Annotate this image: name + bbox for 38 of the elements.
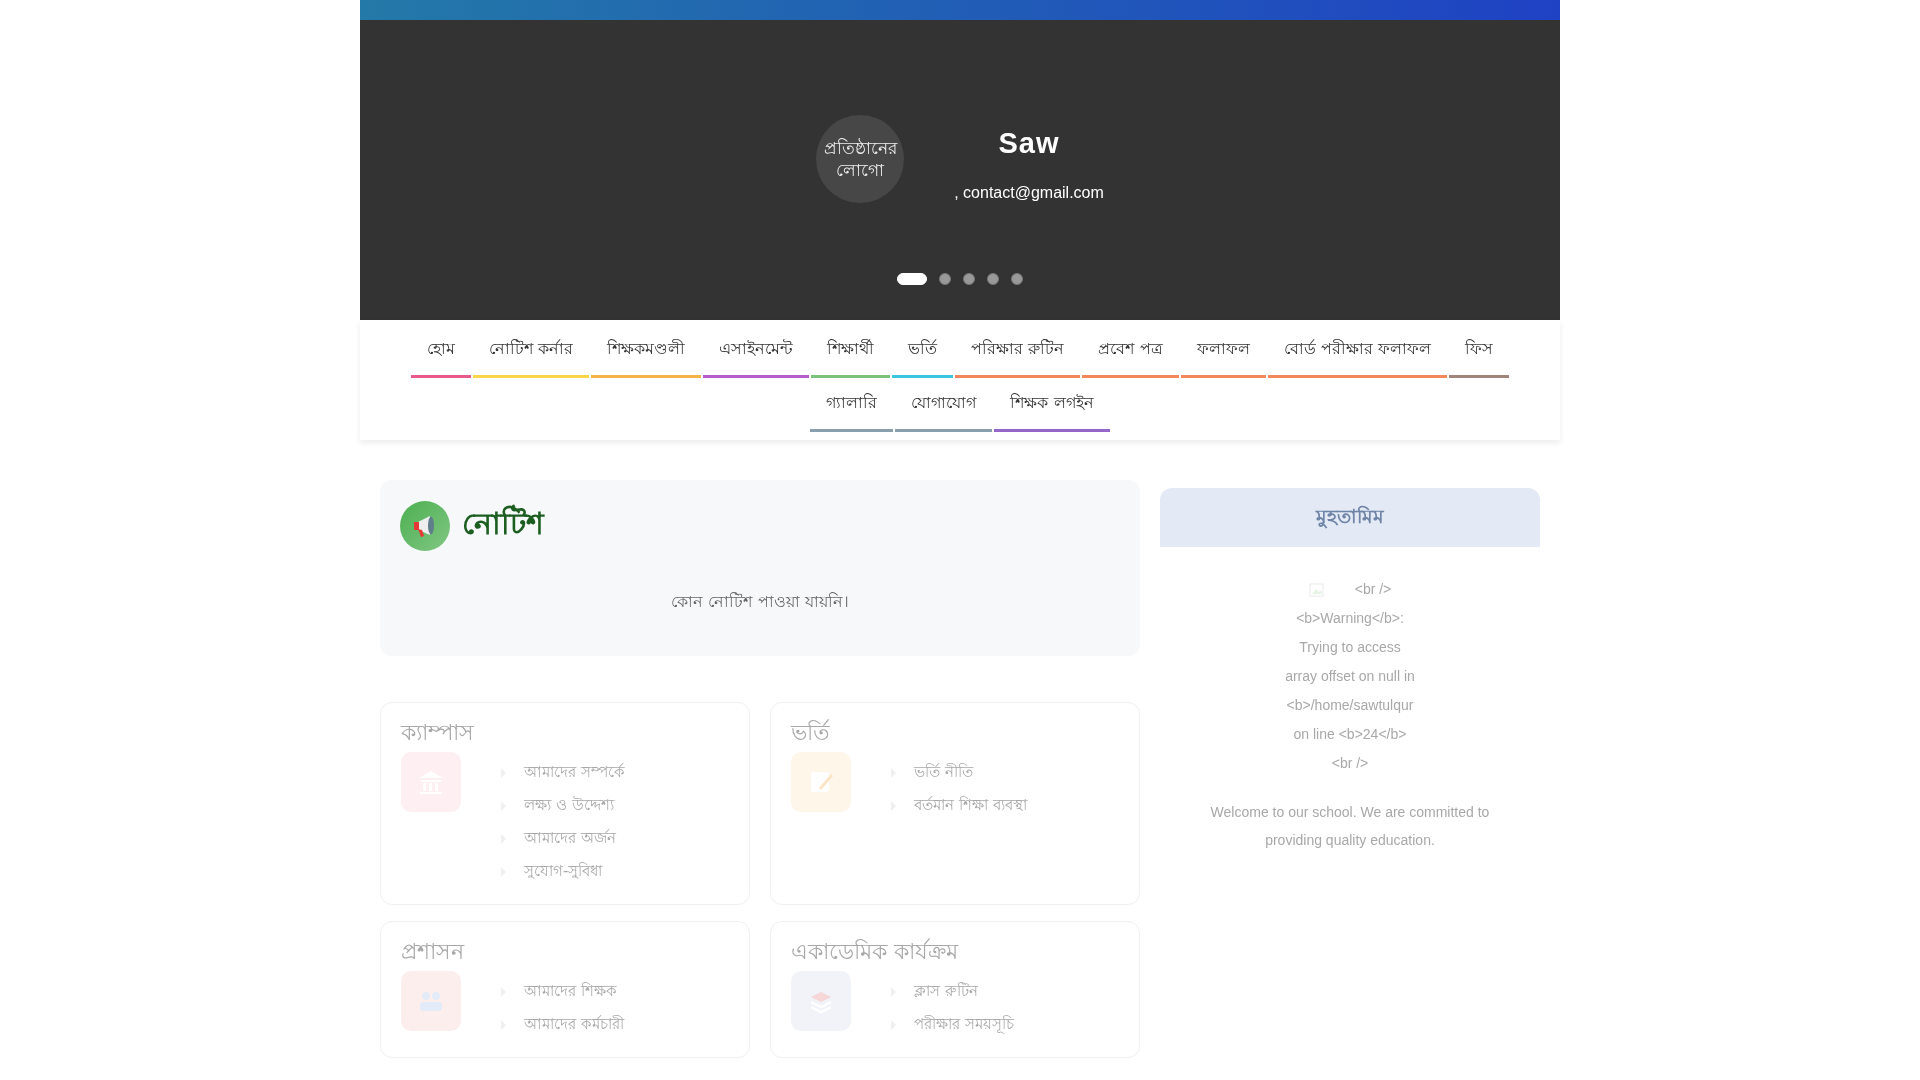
error-text: Trying to access — [1299, 638, 1401, 657]
error-text: <b>Warning</b>: — [1296, 609, 1404, 628]
contact-text: , contact@gmail.com — [954, 183, 1104, 202]
section-title: ভর্তি — [791, 718, 831, 747]
nav-link[interactable]: নোটিশ কর্নার — [473, 324, 590, 378]
section-title: ক্যাম্পাস — [401, 719, 475, 747]
nav-link[interactable]: ফিস — [1448, 324, 1509, 378]
error-text: <br /> — [1354, 580, 1392, 599]
carousel-dot[interactable] — [963, 273, 975, 285]
error-text: <b>/home/sawtulqur — [1286, 696, 1414, 715]
welcome-text: Welcome to our school. We are committed to providing quality education. — [1209, 803, 1491, 850]
megaphone-icon — [400, 500, 450, 551]
error-text: array offset on null in — [1285, 667, 1415, 686]
nav-link[interactable]: বোর্ড পরীক্ষার ফলাফল — [1267, 324, 1447, 378]
error-text: on line <b>24</b> — [1293, 725, 1407, 744]
empty-message: কোন নোটিশ পাওয়া যায়নি। — [670, 591, 850, 613]
error-text: <br /> — [1331, 754, 1369, 773]
section-title: একাডেমিক কার্যক্রম — [791, 937, 960, 966]
nav-link[interactable]: ফলাফল — [1180, 324, 1266, 378]
principal-title: মুহতামিম — [1316, 503, 1384, 531]
carousel-dot[interactable] — [1011, 273, 1023, 285]
nav-link[interactable]: এসাইনমেন্ট — [703, 324, 810, 378]
nav-link[interactable]: ভর্তি — [892, 324, 954, 378]
notice-title: নোটিশ — [462, 503, 544, 543]
site-title: Saw — [998, 126, 1060, 160]
nav-link[interactable]: শিক্ষকমণ্ডলী — [591, 324, 702, 378]
carousel-dot[interactable] — [939, 273, 951, 285]
broken-image-icon — [1308, 581, 1325, 598]
nav-link[interactable]: যোগাযোগ — [895, 378, 993, 432]
carousel-dot[interactable] — [987, 273, 999, 285]
nav-link[interactable]: প্রবেশ পত্র — [1082, 324, 1179, 378]
nav-link[interactable]: পরিক্ষার রুটিন — [955, 324, 1081, 378]
nav-link[interactable]: হোম — [411, 324, 472, 378]
section-title: প্রশাসন — [401, 938, 466, 966]
nav-link[interactable]: শিক্ষার্থী — [811, 324, 891, 378]
logo-text: প্রতিষ্ঠানের লোগো — [822, 136, 899, 182]
nav-link[interactable]: গ্যালারি — [810, 378, 894, 432]
nav-link[interactable]: শিক্ষক লগইন — [994, 378, 1110, 432]
